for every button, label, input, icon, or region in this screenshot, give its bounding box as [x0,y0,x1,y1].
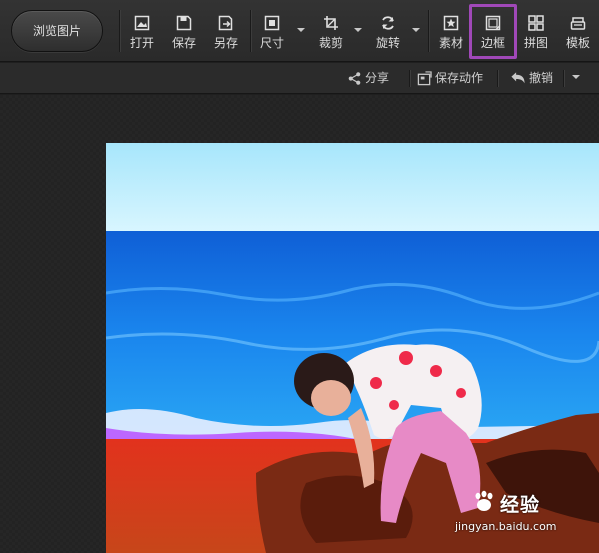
crop-button[interactable]: 裁剪 [312,12,364,56]
rotate-label: 旋转 [375,36,400,50]
subbar-divider [563,70,564,87]
resize-dropdown-icon[interactable] [297,28,305,32]
toolbar-divider [428,10,429,52]
share-icon [348,72,361,85]
watermark-brand: 经验 [500,494,541,516]
watermark-url: jingyan.baidu.com [455,520,557,533]
resize-button[interactable]: 尺寸 [255,12,305,56]
open-image-icon [124,12,160,32]
material-icon [433,12,469,32]
toolbar-divider [250,10,251,52]
share-label: 分享 [365,71,390,85]
subbar-divider [409,70,410,87]
secondary-toolbar: 分享 保存动作 撤销 [0,63,599,94]
resize-label: 尺寸 [259,36,284,50]
rotate-dropdown-icon[interactable] [412,28,420,32]
save-as-label: 另存 [213,36,238,50]
template-icon [560,12,596,32]
open-label: 打开 [129,36,154,50]
save-action-icon [417,71,432,86]
save-button[interactable]: 保存 [166,12,202,56]
crop-icon [312,12,350,32]
main-toolbar: 浏览图片 打开 保存 另存 尺寸 裁剪 旋转 素材 边框 拼图 模板 [0,0,599,62]
template-label: 模板 [565,36,590,50]
undo-button[interactable]: 撤销 [510,63,553,94]
save-action-label: 保存动作 [435,71,484,85]
undo-icon [511,72,525,84]
rotate-button[interactable]: 旋转 [370,12,422,56]
collage-button[interactable]: 拼图 [518,12,554,56]
save-action-button[interactable]: 保存动作 [417,63,483,94]
crop-label: 裁剪 [318,36,343,50]
undo-label: 撤销 [529,71,554,85]
share-button[interactable]: 分享 [347,63,389,94]
crop-dropdown-icon[interactable] [354,28,362,32]
save-as-icon [208,12,244,32]
save-label: 保存 [171,36,196,50]
material-button[interactable]: 素材 [433,12,469,56]
toolbar-divider [119,10,120,52]
collage-label: 拼图 [523,36,548,50]
template-button[interactable]: 模板 [560,12,596,56]
collage-icon [518,12,554,32]
undo-dropdown-icon[interactable] [572,75,580,79]
rotate-icon [370,12,406,32]
resize-icon [255,12,289,32]
open-button[interactable]: 打开 [124,12,160,56]
browse-images-button[interactable]: 浏览图片 [11,10,103,52]
subbar-divider [497,70,498,87]
save-icon [166,12,202,32]
material-label: 素材 [438,36,463,50]
frame-highlight-box [469,4,517,59]
save-as-button[interactable]: 另存 [208,12,244,56]
paw-logo-icon [475,490,493,511]
baidu-jingyan-watermark: 经验 jingyan.baidu.com [455,488,598,544]
